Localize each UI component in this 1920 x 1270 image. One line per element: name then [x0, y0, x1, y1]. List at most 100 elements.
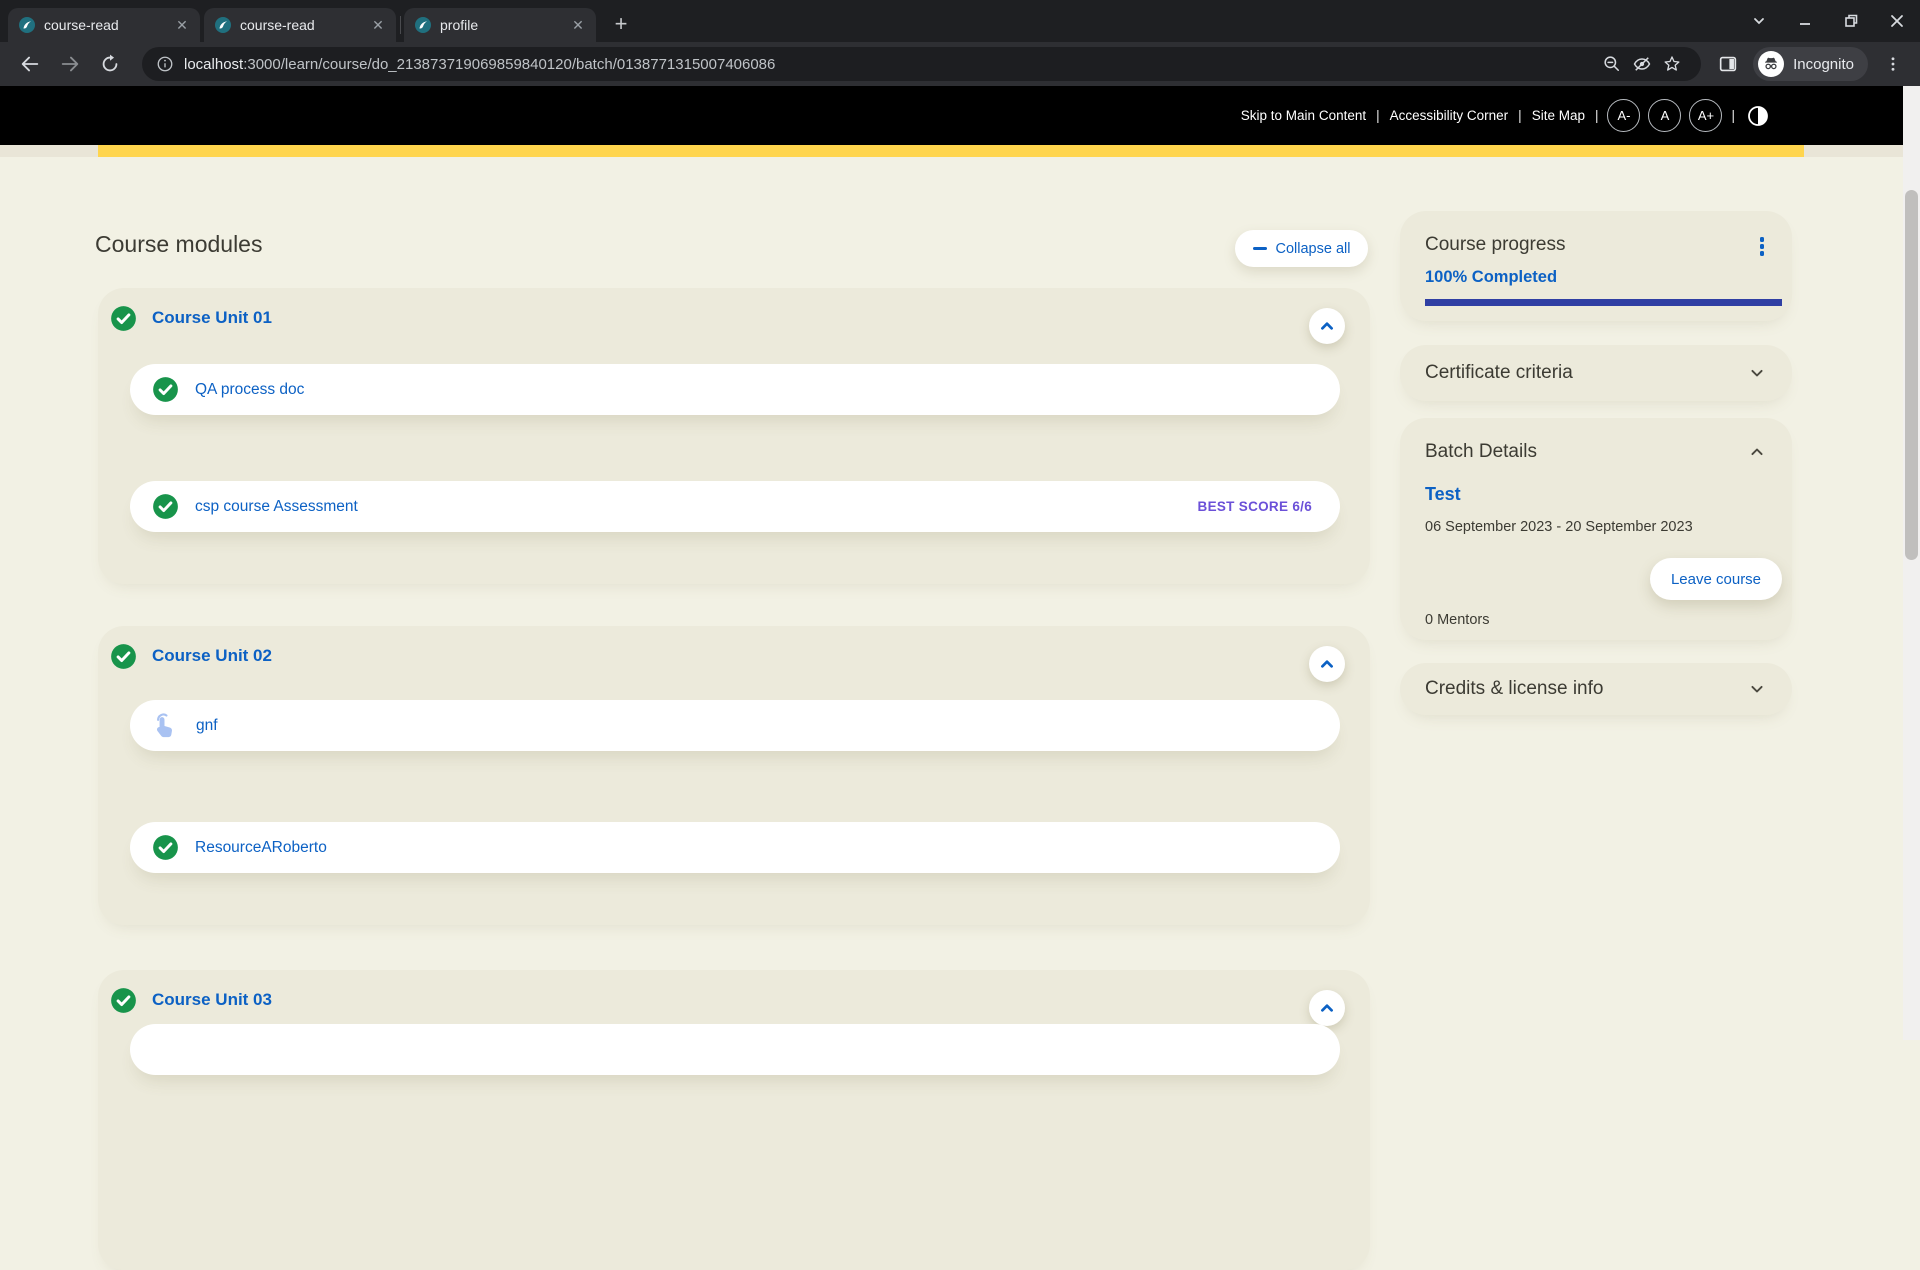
- tab-strip: course-read ✕ course-read ✕ profile ✕ +: [0, 0, 1920, 42]
- course-unit-01-card: Course Unit 01 QA process doc csp course…: [98, 288, 1370, 584]
- collapse-unit-button[interactable]: [1309, 990, 1345, 1026]
- check-circle-icon: [152, 376, 179, 403]
- separator: |: [1518, 108, 1522, 123]
- unit-header[interactable]: Course Unit 03: [98, 982, 1370, 1018]
- tab-close-icon[interactable]: ✕: [568, 15, 588, 35]
- bookmark-star-icon[interactable]: [1657, 49, 1687, 79]
- browser-toolbar: localhost:3000/learn/course/do_213873719…: [0, 42, 1920, 86]
- content-item[interactable]: csp course Assessment BEST SCORE 6/6: [130, 481, 1340, 532]
- certificate-criteria-title: Certificate criteria: [1425, 362, 1573, 384]
- contrast-toggle-icon[interactable]: [1746, 104, 1770, 128]
- content-item[interactable]: QA process doc: [130, 364, 1340, 415]
- progress-status: 100% Completed: [1425, 268, 1557, 287]
- batch-dates: 06 September 2023 - 20 September 2023: [1425, 519, 1693, 535]
- chevron-up-icon: [1316, 653, 1338, 675]
- tab-title: course-read: [240, 17, 368, 33]
- content-item-label: ResourceARoberto: [195, 839, 327, 857]
- url-text[interactable]: localhost:3000/learn/course/do_213873719…: [184, 56, 1597, 73]
- course-unit-03-card: Course Unit 03: [98, 970, 1370, 1270]
- tab-profile[interactable]: profile ✕: [404, 8, 596, 42]
- url-path: :3000/learn/course/do_213873719069859840…: [243, 56, 775, 73]
- credits-license-card[interactable]: Credits & license info: [1400, 663, 1792, 715]
- tab-title: course-read: [44, 17, 172, 33]
- unit-header[interactable]: Course Unit 01: [98, 300, 1370, 336]
- collapse-all-label: Collapse all: [1276, 241, 1351, 257]
- forward-icon[interactable]: [52, 46, 88, 82]
- certificate-criteria-card[interactable]: Certificate criteria: [1400, 345, 1792, 401]
- skip-to-main-link[interactable]: Skip to Main Content: [1241, 108, 1366, 123]
- unit-title: Course Unit 02: [152, 646, 272, 666]
- address-bar[interactable]: localhost:3000/learn/course/do_213873719…: [142, 47, 1701, 81]
- check-circle-icon: [110, 987, 137, 1014]
- site-info-icon[interactable]: [156, 55, 174, 73]
- tab-course-read-2[interactable]: course-read ✕: [204, 8, 396, 42]
- batch-name: Test: [1425, 484, 1461, 505]
- chevron-up-icon[interactable]: [1747, 442, 1767, 467]
- font-decrease-button[interactable]: A-: [1607, 99, 1640, 132]
- best-score-badge: BEST SCORE 6/6: [1198, 499, 1312, 514]
- mentors-count: 0 Mentors: [1425, 612, 1489, 628]
- incognito-spy-icon: [1758, 51, 1784, 77]
- zoom-out-icon[interactable]: [1597, 49, 1627, 79]
- content-item-label: QA process doc: [195, 381, 304, 399]
- font-increase-button[interactable]: A+: [1689, 99, 1722, 132]
- tab-close-icon[interactable]: ✕: [368, 15, 388, 35]
- content-item[interactable]: ResourceARoberto: [130, 822, 1340, 873]
- new-tab-button[interactable]: +: [606, 10, 636, 40]
- scrollbar-thumb[interactable]: [1905, 190, 1918, 560]
- tab-divider: [400, 16, 401, 34]
- unit-title: Course Unit 03: [152, 990, 272, 1010]
- chevron-up-icon: [1316, 315, 1338, 337]
- page-scrollbar[interactable]: [1903, 86, 1920, 1040]
- credits-license-title: Credits & license info: [1425, 678, 1603, 700]
- close-window-icon[interactable]: [1874, 0, 1920, 42]
- chevron-down-icon[interactable]: [1747, 363, 1767, 388]
- check-circle-icon: [110, 643, 137, 670]
- font-normal-button[interactable]: A: [1648, 99, 1681, 132]
- content-item-label: csp course Assessment: [195, 498, 358, 516]
- collapse-all-button[interactable]: Collapse all: [1235, 230, 1368, 267]
- side-panel-icon[interactable]: [1713, 49, 1743, 79]
- separator: |: [1731, 108, 1735, 123]
- back-icon[interactable]: [12, 46, 48, 82]
- page-title: Course modules: [95, 231, 262, 258]
- minimize-icon[interactable]: [1782, 0, 1828, 42]
- content-item[interactable]: gnf: [130, 700, 1340, 751]
- separator: |: [1376, 108, 1380, 123]
- course-unit-02-card: Course Unit 02 gnf ResourceARoberto: [98, 626, 1370, 925]
- reload-icon[interactable]: [92, 46, 128, 82]
- tab-search-chevron-icon[interactable]: [1736, 0, 1782, 42]
- collapse-unit-button[interactable]: [1309, 646, 1345, 682]
- site-map-link[interactable]: Site Map: [1532, 108, 1585, 123]
- course-progress-title: Course progress: [1425, 234, 1565, 256]
- collapse-unit-button[interactable]: [1309, 308, 1345, 344]
- eye-off-icon[interactable]: [1627, 49, 1657, 79]
- tab-close-icon[interactable]: ✕: [172, 15, 192, 35]
- brand-strip-yellow: [98, 145, 1804, 157]
- touch-app-icon: [152, 712, 180, 740]
- accessibility-bar: Skip to Main Content | Accessibility Cor…: [0, 86, 1920, 145]
- batch-details-title: Batch Details: [1425, 441, 1537, 463]
- favicon-icon: [414, 16, 432, 34]
- browser-menu-icon[interactable]: [1878, 49, 1908, 79]
- minus-icon: [1253, 247, 1267, 250]
- accessibility-corner-link[interactable]: Accessibility Corner: [1390, 108, 1509, 123]
- content-item[interactable]: [130, 1024, 1340, 1075]
- favicon-icon: [18, 16, 36, 34]
- url-host: localhost: [184, 56, 243, 73]
- tab-title: profile: [440, 17, 568, 33]
- check-circle-icon: [110, 305, 137, 332]
- course-progress-card: Course progress 100% Completed: [1400, 211, 1792, 321]
- tab-course-read-1[interactable]: course-read ✕: [8, 8, 200, 42]
- chevron-down-icon[interactable]: [1747, 679, 1767, 704]
- unit-title: Course Unit 01: [152, 308, 272, 328]
- unit-header[interactable]: Course Unit 02: [98, 638, 1370, 674]
- course-page: Course modules Collapse all Course Unit …: [0, 157, 1920, 1040]
- kebab-menu-icon[interactable]: [1760, 237, 1765, 256]
- restore-icon[interactable]: [1828, 0, 1874, 42]
- favicon-icon: [214, 16, 232, 34]
- brand-strip: [0, 145, 1920, 157]
- window-controls: [1736, 0, 1920, 42]
- batch-details-card: Batch Details Test 06 September 2023 - 2…: [1400, 418, 1792, 640]
- leave-course-button[interactable]: Leave course: [1650, 558, 1782, 600]
